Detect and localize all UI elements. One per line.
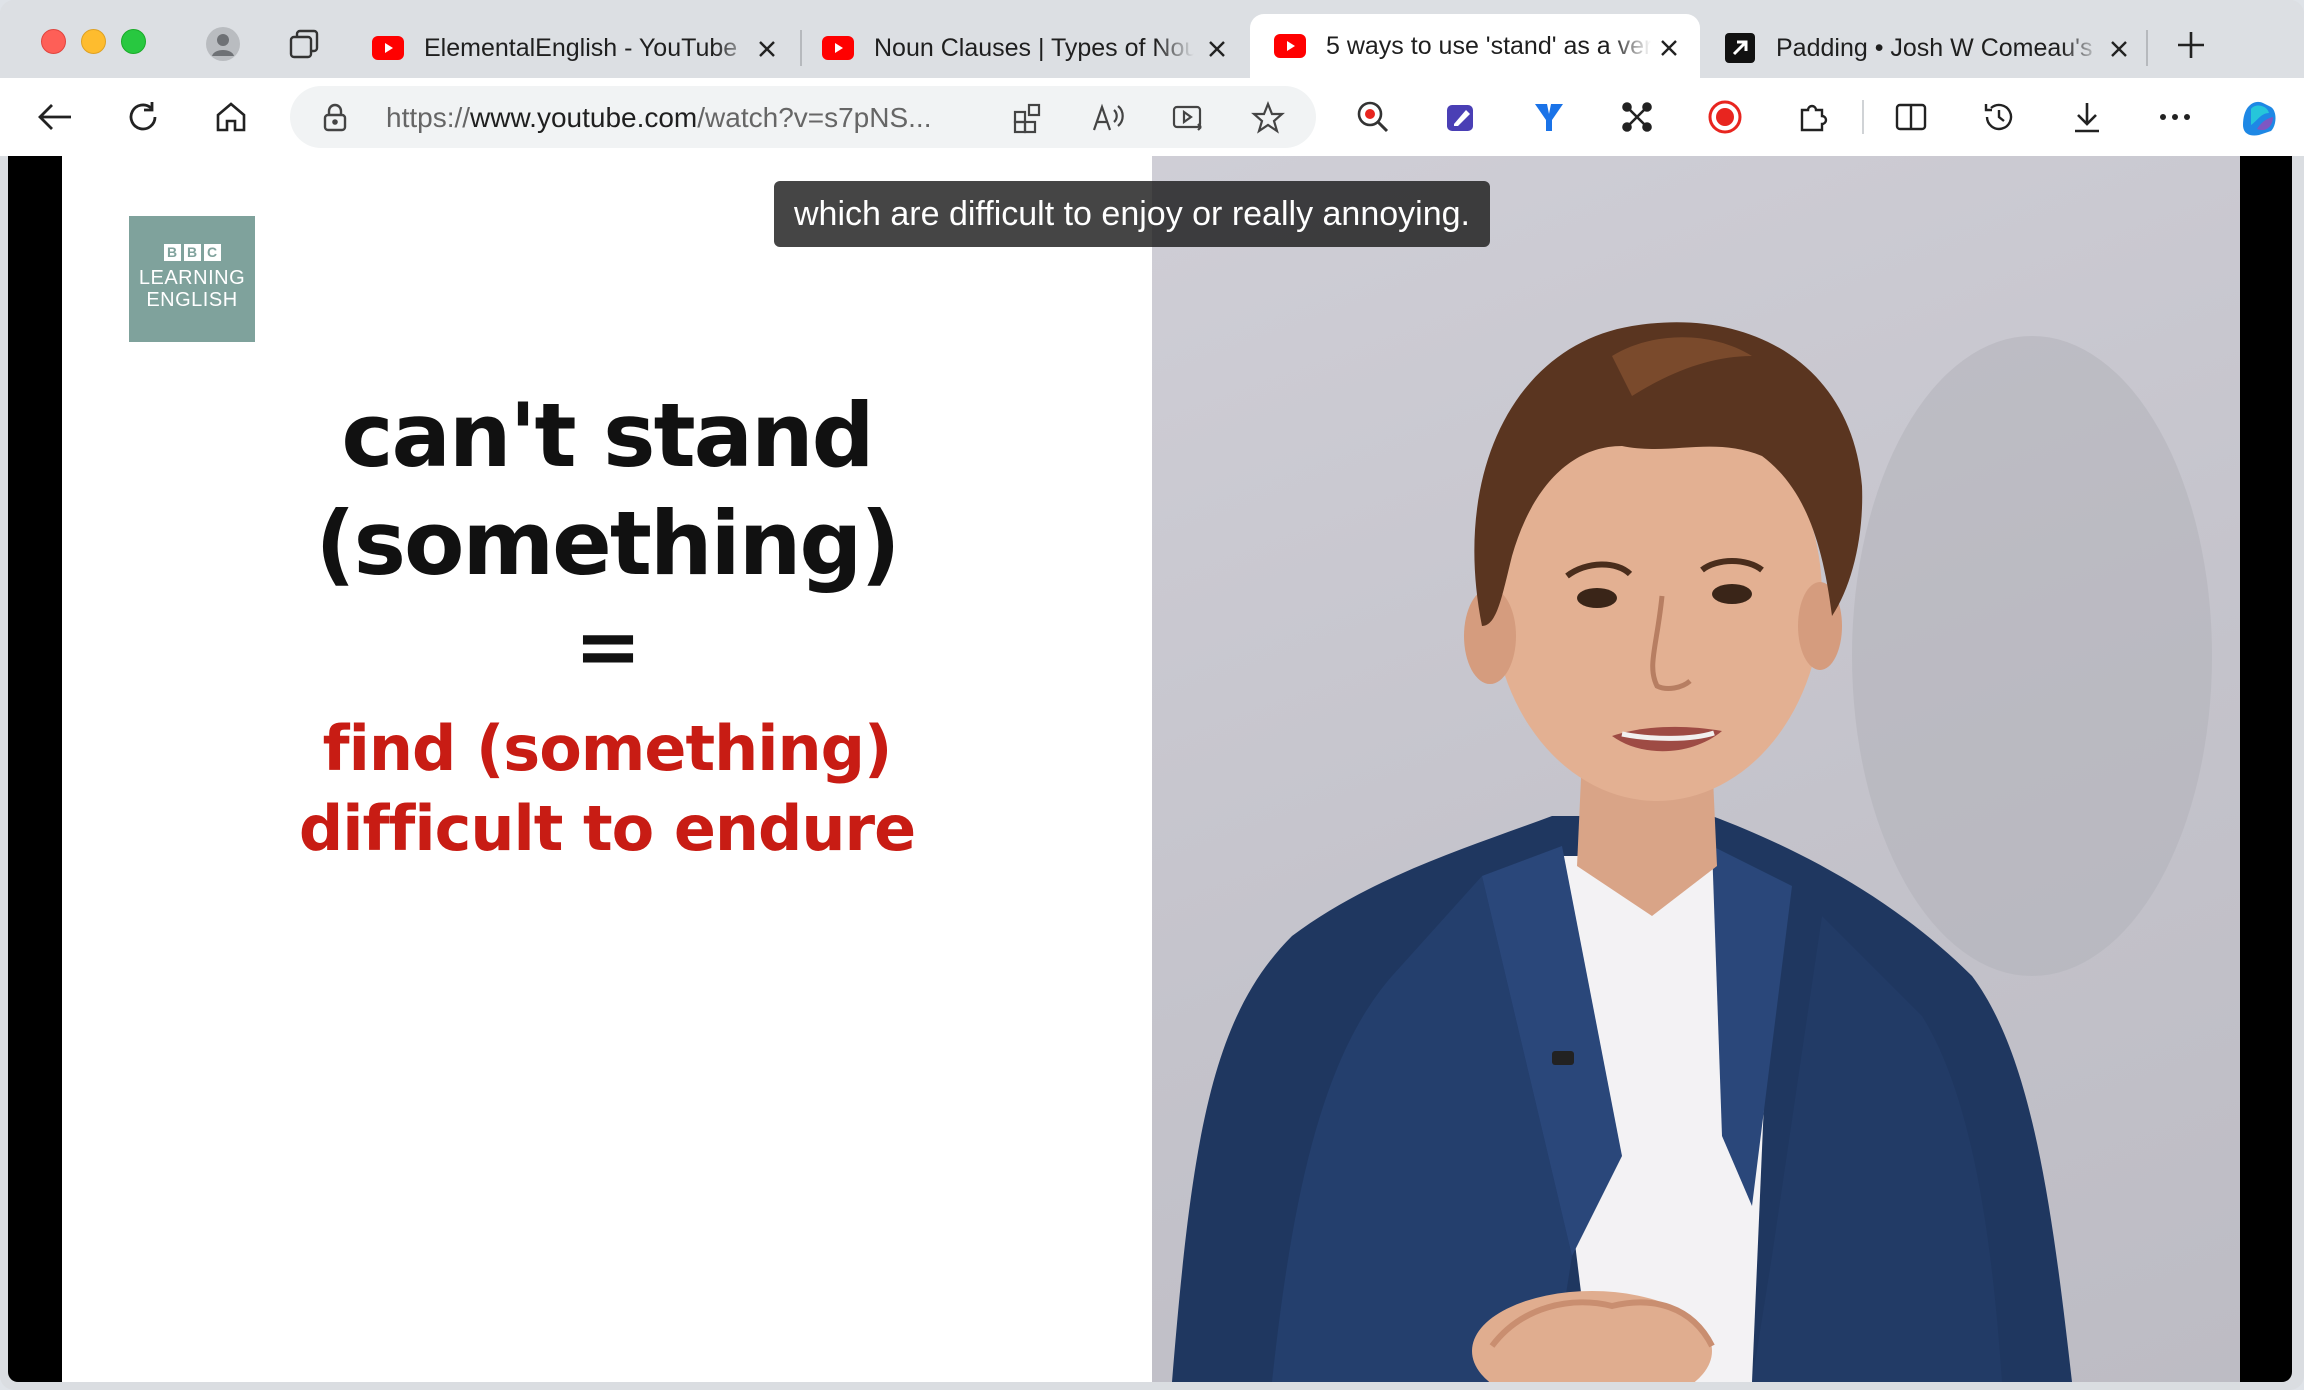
lesson-slide: B B C LEARNING ENGLISH can't stand (some… [62, 156, 1152, 1382]
close-tab-icon[interactable] [1656, 35, 1682, 61]
close-tab-icon[interactable] [754, 36, 780, 62]
tab-title: Padding • Josh W Comeau's [1776, 33, 2093, 62]
equals-sign: = [574, 600, 641, 693]
url-text[interactable]: https://www.youtube.com/watch?v=s7pNS... [386, 102, 932, 134]
definition-line-1: find (something) [322, 712, 893, 785]
bbc-block: B [183, 244, 201, 261]
history-icon[interactable] [1976, 94, 2022, 140]
split-screen-icon[interactable] [1888, 94, 1934, 140]
extensions-puzzle-icon[interactable] [1790, 94, 1836, 140]
y-extension-icon[interactable] [1526, 94, 1572, 140]
refresh-button[interactable] [120, 94, 166, 140]
presenter-figure [1172, 322, 2212, 1382]
close-tab-icon[interactable] [2106, 36, 2132, 62]
navigation-toolbar: https://www.youtube.com/watch?v=s7pNS... [0, 78, 2304, 156]
profile-icon[interactable] [203, 24, 243, 64]
presenter-video [1152, 156, 2240, 1382]
bbc-block: B [163, 244, 181, 261]
tab-title: ElementalEnglish - YouTube [424, 33, 738, 62]
video-enhance-icon[interactable] [1170, 100, 1206, 136]
search-extension-icon[interactable] [1350, 94, 1396, 140]
youtube-icon [372, 32, 404, 64]
tab-noun-clauses[interactable]: Noun Clauses | Types of Noun Clauses [798, 18, 1248, 78]
logo-line-english: ENGLISH [146, 289, 238, 311]
tab-padding-josh[interactable]: Padding • Josh W Comeau's [1700, 18, 2150, 78]
tab-title: Noun Clauses | Types of Noun Clauses [874, 33, 1194, 62]
url-host: www.youtube.com [470, 102, 698, 133]
notes-extension-icon[interactable] [1438, 94, 1484, 140]
more-menu-icon[interactable] [2152, 94, 2198, 140]
phrase-line-2: (something) [315, 492, 900, 595]
window-minimize-button[interactable] [81, 29, 106, 54]
logo-line-learning: LEARNING [138, 267, 246, 289]
youtube-icon [1274, 30, 1306, 62]
copilot-icon[interactable] [2236, 94, 2282, 140]
address-bar[interactable]: https://www.youtube.com/watch?v=s7pNS... [290, 86, 1316, 148]
read-aloud-icon[interactable] [1090, 100, 1126, 136]
home-button[interactable] [208, 94, 254, 140]
toolbar-divider [1862, 100, 1864, 134]
tab-elementalenglish[interactable]: ElementalEnglish - YouTube [348, 18, 798, 78]
record-extension-icon[interactable] [1702, 94, 1748, 140]
url-scheme: https:// [386, 102, 471, 133]
close-tab-icon[interactable] [1204, 36, 1230, 62]
tab-title: 5 ways to use 'stand' as a verb [1326, 31, 1651, 60]
app-available-icon[interactable] [1010, 100, 1046, 136]
url-path: /watch?v=s7pNS... [697, 102, 932, 133]
back-button[interactable] [32, 94, 78, 140]
window-maximize-button[interactable] [121, 29, 146, 54]
window-close-button[interactable] [41, 29, 66, 54]
workspaces-icon[interactable] [284, 24, 324, 64]
definition-line-2: difficult to endure [298, 792, 916, 865]
youtube-icon [822, 32, 854, 64]
bbc-learning-english-logo: B B C LEARNING ENGLISH [129, 216, 255, 342]
phrase-line-1: can't stand [341, 384, 874, 487]
lock-icon[interactable] [320, 102, 350, 132]
new-tab-button[interactable] [2170, 24, 2212, 66]
browser-window: ElementalEnglish - YouTube Noun Clauses … [0, 0, 2304, 1390]
downloads-icon[interactable] [2064, 94, 2110, 140]
link-arrow-icon [1724, 32, 1756, 64]
tab-stand-verb[interactable]: 5 ways to use 'stand' as a verb [1250, 14, 1700, 78]
tab-strip: ElementalEnglish - YouTube Noun Clauses … [0, 0, 2304, 78]
video-player[interactable]: B B C LEARNING ENGLISH can't stand (some… [8, 156, 2292, 1382]
tab-separator [2146, 30, 2148, 66]
bbc-block: C [203, 244, 221, 261]
favorite-star-icon[interactable] [1250, 100, 1286, 136]
subtitle-caption: which are difficult to enjoy or really a… [774, 181, 1490, 247]
network-extension-icon[interactable] [1614, 94, 1660, 140]
